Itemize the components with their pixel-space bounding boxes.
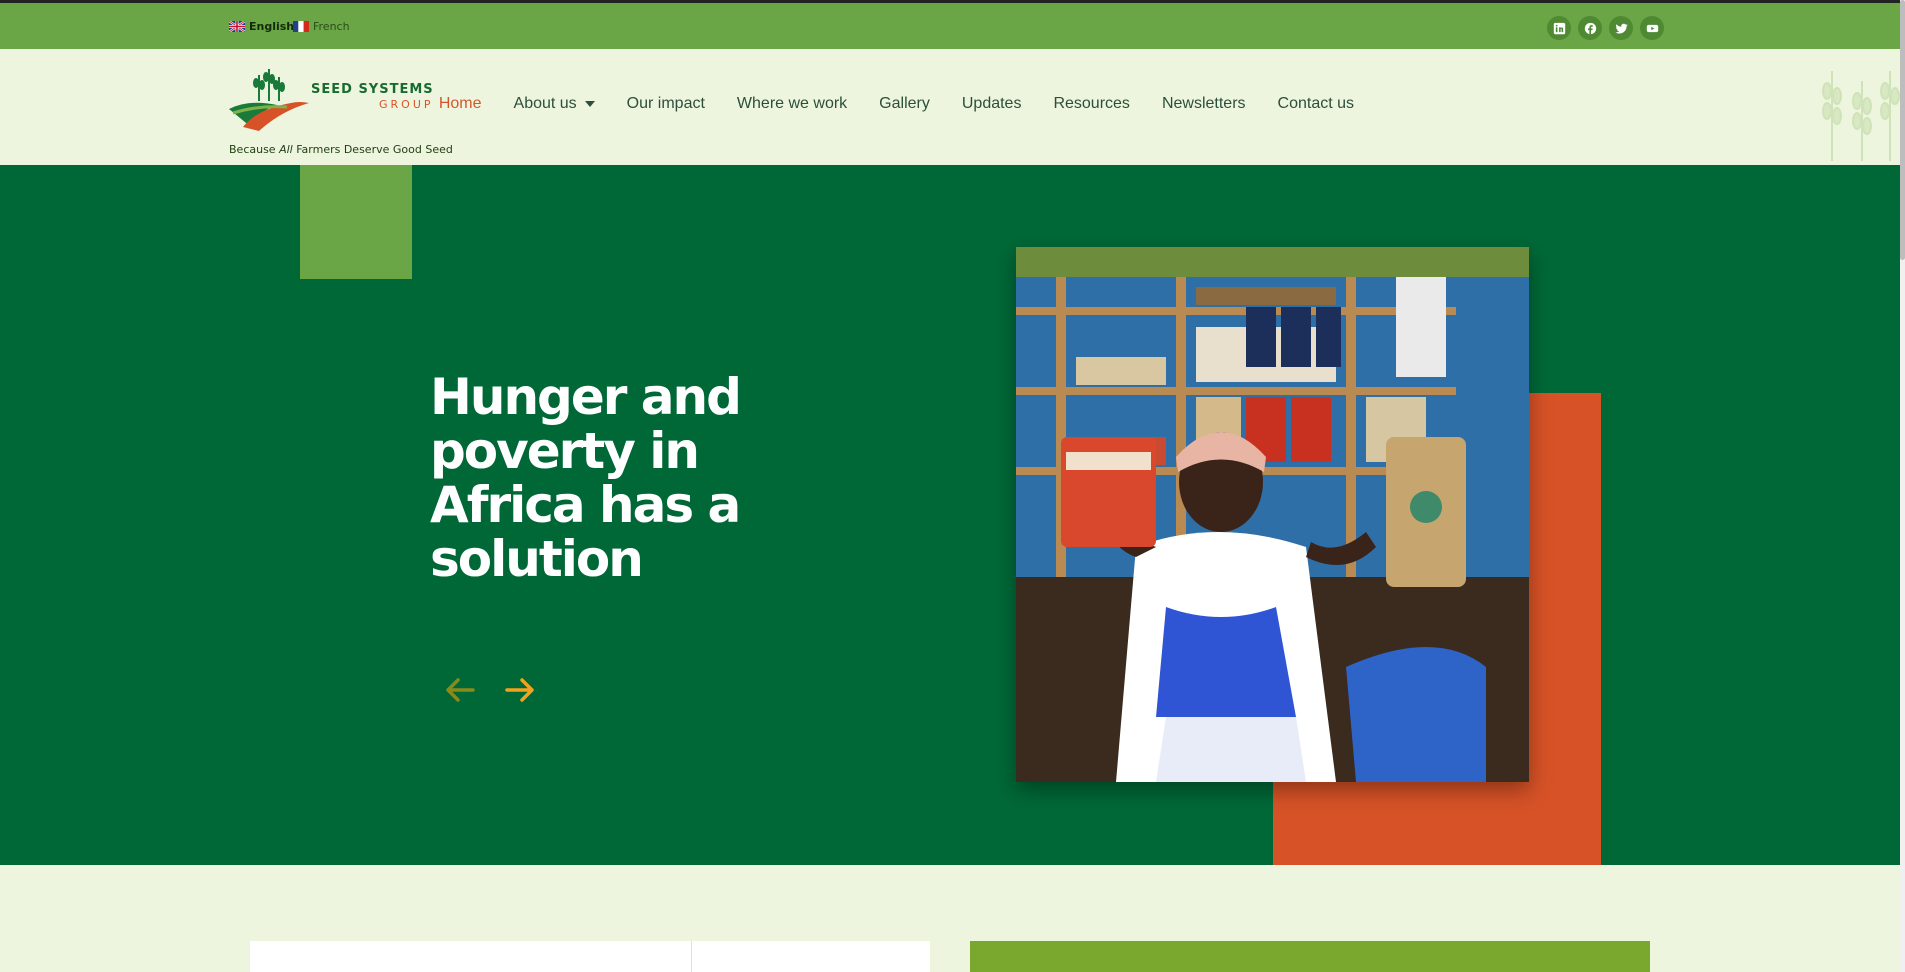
tagline-emphasis: All [279, 143, 293, 156]
card-divider [691, 941, 692, 972]
linkedin-link[interactable] [1547, 16, 1571, 40]
logo-text-group: GROUP [379, 98, 434, 111]
highlight-card [970, 941, 1650, 972]
linkedin-icon [1553, 22, 1565, 34]
logo-mark-icon [229, 69, 309, 131]
hero-slider: Hunger and poverty in Africa has a solut… [0, 165, 1900, 865]
main-navigation: Home About us Our impact Where we work G… [439, 95, 1354, 113]
language-french-label: French [313, 20, 350, 33]
youtube-icon [1646, 24, 1658, 32]
facebook-link[interactable] [1578, 16, 1602, 40]
chevron-down-icon [584, 101, 595, 107]
social-links [1547, 16, 1664, 40]
facebook-icon [1584, 22, 1596, 34]
slider-next-button[interactable] [503, 675, 537, 705]
site-header: SEED SYSTEMS GROUP Because All Farmers D… [0, 49, 1900, 165]
nav-about-us[interactable]: About us [514, 95, 595, 113]
france-flag-icon [293, 21, 309, 32]
nav-gallery[interactable]: Gallery [879, 95, 930, 113]
language-english[interactable]: English [229, 20, 294, 33]
twitter-link[interactable] [1609, 16, 1633, 40]
nav-newsletters[interactable]: Newsletters [1162, 95, 1246, 113]
nav-about-us-label: About us [513, 95, 577, 112]
decorative-green-block [300, 165, 412, 279]
nav-home[interactable]: Home [439, 95, 482, 113]
twitter-icon [1614, 23, 1628, 34]
logo-text-seed-systems: SEED SYSTEMS [311, 82, 434, 97]
tagline-start: Because [229, 143, 280, 156]
slider-prev-button[interactable] [443, 675, 477, 705]
logo-tagline: Because All Farmers Deserve Good Seed [229, 143, 453, 156]
nav-updates[interactable]: Updates [962, 95, 1022, 113]
language-english-label: English [249, 20, 295, 33]
language-french[interactable]: French [293, 20, 350, 33]
scrollbar-thumb[interactable] [1900, 0, 1905, 260]
nav-resources[interactable]: Resources [1053, 95, 1129, 113]
content-card [250, 941, 930, 972]
wheat-decoration-icon [1822, 71, 1900, 161]
arrow-right-icon [505, 678, 534, 702]
hero-title: Hunger and poverty in Africa has a solut… [430, 368, 742, 588]
photo-illustration [1016, 247, 1529, 782]
tagline-end: Farmers Deserve Good Seed [292, 143, 453, 156]
seed-systems-logo[interactable]: SEED SYSTEMS GROUP Because All Farmers D… [229, 61, 459, 156]
top-bar: English French [0, 0, 1900, 49]
nav-where-we-work[interactable]: Where we work [737, 95, 847, 113]
uk-flag-icon [229, 21, 245, 32]
youtube-link[interactable] [1640, 16, 1664, 40]
hero-photo-farmer-with-seed [1016, 247, 1529, 782]
arrow-left-icon [446, 678, 475, 702]
nav-our-impact[interactable]: Our impact [627, 95, 705, 113]
page-scrollbar[interactable] [1900, 0, 1905, 972]
nav-contact-us[interactable]: Contact us [1278, 95, 1354, 113]
